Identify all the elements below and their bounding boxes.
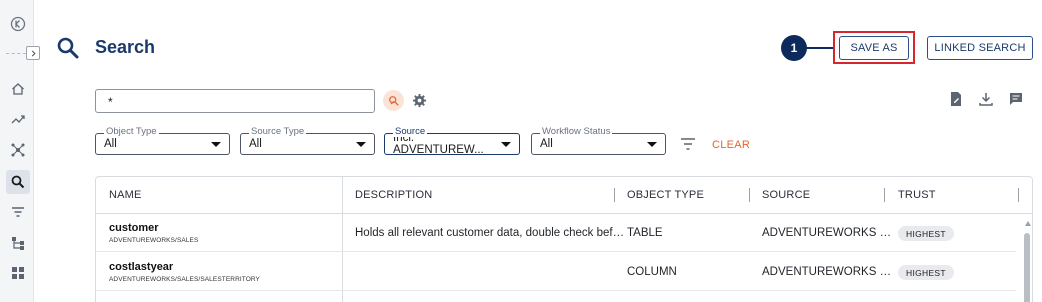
search-clear-icon <box>388 95 399 106</box>
app-page: Search 1 SAVE AS LINKED SEARCH * Object … <box>0 0 1042 302</box>
filter-label: Workflow Status <box>540 126 613 137</box>
workflow-status-filter[interactable]: Workflow Status All <box>531 126 666 155</box>
gear-icon[interactable] <box>412 93 427 108</box>
dropdown-caret-icon <box>501 141 511 147</box>
scroll-up-arrow-icon[interactable] <box>1025 221 1031 226</box>
source-cell: ADVENTUREWORKS … <box>762 266 892 278</box>
dropdown-caret-icon <box>356 141 366 147</box>
table-row[interactable]: costlastyear ADVENTUREWORKS/SALES/SALEST… <box>96 253 1016 291</box>
object-type-cell: TABLE <box>627 227 663 239</box>
object-path: ADVENTUREWORKS/SALES/SALESTERRITORY <box>109 276 260 283</box>
trust-badge: HIGHEST <box>898 265 954 280</box>
filter-value: All <box>104 138 117 150</box>
chevron-right-icon <box>31 50 36 56</box>
dropdown-caret-icon <box>211 141 221 147</box>
object-type-cell: COLUMN <box>627 266 677 278</box>
column-header-description[interactable]: DESCRIPTION <box>355 189 432 201</box>
filter-lines-icon[interactable] <box>680 137 696 151</box>
step-badge: 1 <box>781 35 807 61</box>
object-path: ADVENTUREWORKS/SALES <box>109 237 199 244</box>
results-table: NAME DESCRIPTION OBJECT TYPE SOURCE TRUS… <box>95 176 1033 302</box>
table-header: NAME DESCRIPTION OBJECT TYPE SOURCE TRUS… <box>96 177 1032 214</box>
left-nav-rail <box>0 0 40 302</box>
search-input[interactable]: * <box>95 89 375 113</box>
rail-divider <box>6 53 26 54</box>
filter-label: Source <box>393 126 428 137</box>
filter-value: All <box>540 138 553 150</box>
search-nav-icon[interactable] <box>6 170 30 194</box>
source-cell: ADVENTUREWORKS … <box>762 227 892 239</box>
filter-label: Object Type <box>104 126 159 137</box>
column-separator[interactable] <box>614 188 615 202</box>
column-separator[interactable] <box>1018 188 1019 202</box>
object-name-link[interactable]: customer <box>109 222 159 234</box>
save-as-button[interactable]: SAVE AS <box>839 36 909 60</box>
filter-value: All <box>249 138 262 150</box>
edit-document-icon[interactable] <box>948 91 964 107</box>
source-type-filter[interactable]: Source Type All <box>240 126 375 155</box>
table-row[interactable]: customer ADVENTUREWORKS/SALES Holds all … <box>96 214 1016 252</box>
search-icon <box>57 37 79 59</box>
clear-filters-link[interactable]: CLEAR <box>712 139 750 151</box>
hierarchy-icon[interactable] <box>6 231 30 255</box>
column-header-object-type[interactable]: OBJECT TYPE <box>627 189 704 201</box>
column-header-name[interactable]: NAME <box>109 189 142 201</box>
dropdown-caret-icon <box>647 141 657 147</box>
filter-icon[interactable] <box>6 200 30 224</box>
page-title: Search <box>95 37 156 57</box>
step-connector <box>806 47 834 49</box>
column-header-trust[interactable]: TRUST <box>898 189 936 201</box>
clear-search-button[interactable] <box>383 90 404 111</box>
home-icon[interactable] <box>6 77 30 101</box>
description-cell: Holds all relevant customer data, double… <box>355 227 625 239</box>
linked-search-button[interactable]: LINKED SEARCH <box>927 36 1033 60</box>
dashboard-icon[interactable] <box>6 261 30 285</box>
logo-icon[interactable] <box>6 12 30 36</box>
trust-badge: HIGHEST <box>898 226 954 241</box>
source-filter[interactable]: Source Incl: ADVENTUREW... <box>384 126 520 156</box>
vertical-scrollbar[interactable] <box>1024 233 1030 302</box>
object-name-link[interactable]: costlastyear <box>109 261 173 273</box>
column-separator[interactable] <box>884 188 885 202</box>
graph-icon[interactable] <box>6 138 30 162</box>
object-type-filter[interactable]: Object Type All <box>95 126 230 155</box>
expand-rail-button[interactable] <box>26 46 40 60</box>
download-icon[interactable] <box>978 91 994 107</box>
trend-icon[interactable] <box>6 107 30 131</box>
comment-icon[interactable] <box>1008 91 1024 107</box>
filter-label: Source Type <box>249 126 307 137</box>
column-separator[interactable] <box>749 188 750 202</box>
column-header-source[interactable]: SOURCE <box>762 189 810 201</box>
